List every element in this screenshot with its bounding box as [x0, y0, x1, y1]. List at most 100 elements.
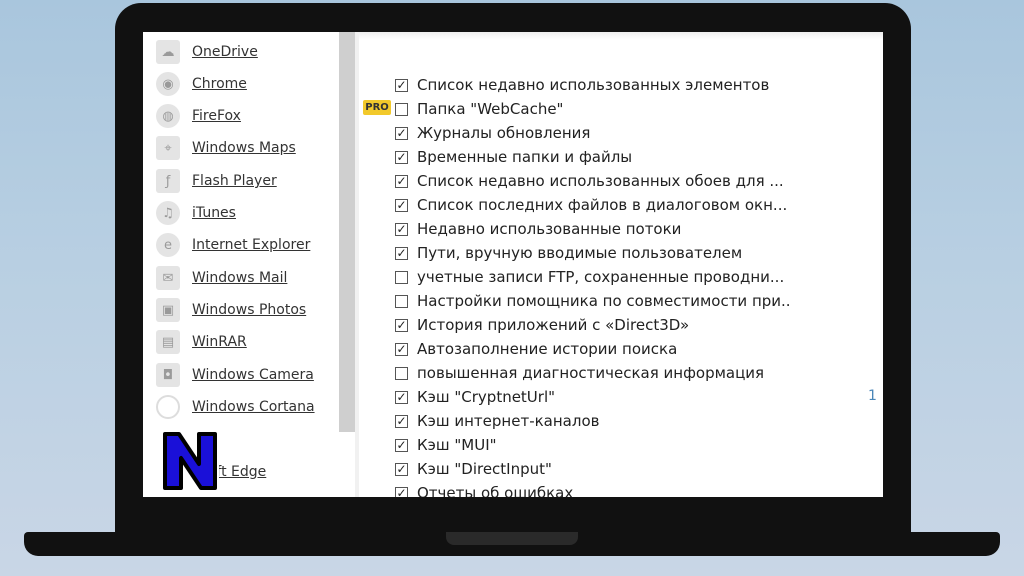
top-edge: [359, 32, 883, 40]
checkbox[interactable]: ✓: [395, 150, 408, 164]
checklist-item[interactable]: учетные записи FTP, сохраненные проводни…: [395, 266, 784, 288]
checklist-item[interactable]: ✓ Кэш "DirectInput": [395, 458, 552, 480]
mail-icon: ✉: [156, 266, 180, 290]
sidebar-item-windows-photos[interactable]: ▣ Windows Photos: [156, 296, 306, 324]
checklist-item[interactable]: ✓ Отчеты об ошибках: [395, 482, 573, 497]
sidebar-item-itunes[interactable]: ♫ iTunes: [156, 199, 236, 227]
laptop-notch: [446, 532, 578, 545]
checklist-item-label: Настройки помощника по совместимости при…: [417, 292, 791, 310]
sidebar-scrollbar[interactable]: [339, 32, 355, 432]
cloud-icon: ☁: [156, 40, 180, 64]
checkbox[interactable]: ✓: [395, 78, 408, 92]
checklist-item[interactable]: ✓ Временные папки и файлы: [395, 146, 632, 168]
checkbox[interactable]: ✓: [395, 126, 408, 140]
checkbox[interactable]: [395, 270, 408, 284]
sidebar-item-winrar[interactable]: ▤ WinRAR: [156, 328, 247, 356]
sidebar-item-label: FireFox: [192, 108, 241, 124]
flash-icon: ƒ: [156, 169, 180, 193]
checklist-item[interactable]: ✓ История приложений с «Direct3D»: [395, 314, 689, 336]
checklist-item[interactable]: ✓ Список недавно использованных элементо…: [395, 74, 769, 96]
checkbox[interactable]: ✓: [395, 246, 408, 260]
sidebar-item-flash-player[interactable]: ƒ Flash Player: [156, 167, 277, 195]
checklist-item[interactable]: ✓ Кэш "CryptnetUrl": [395, 386, 555, 408]
checklist-item[interactable]: ✓ Список недавно использованных обоев дл…: [395, 170, 784, 192]
checklist-item-label: Временные папки и файлы: [417, 148, 633, 166]
sidebar-item-label: Windows Mail: [192, 270, 288, 286]
checklist-item-label: Автозаполнение истории поиска: [417, 340, 678, 358]
checklist-item[interactable]: Настройки помощника по совместимости при…: [395, 290, 791, 312]
sidebar-item-firefox[interactable]: ◍ FireFox: [156, 102, 241, 130]
checkmark-icon: ✓: [396, 150, 407, 164]
checkbox[interactable]: [395, 102, 408, 116]
sidebar-item-label: Flash Player: [192, 173, 277, 189]
checklist-item[interactable]: ✓ Кэш интернет-каналов: [395, 410, 599, 432]
checklist-item[interactable]: ✓ Кэш "MUI": [395, 434, 497, 456]
checklist-item-label: Журналы обновления: [417, 124, 591, 142]
sidebar-item-label: WinRAR: [192, 334, 247, 350]
sidebar-item-label: Chrome: [192, 76, 247, 92]
firefox-icon: ◍: [156, 104, 180, 128]
checkmark-icon: ✓: [396, 414, 407, 428]
checkbox[interactable]: ✓: [395, 342, 408, 356]
checkbox[interactable]: ✓: [395, 438, 408, 452]
sidebar-item-label: iTunes: [192, 205, 236, 221]
checklist-item-label: повышенная диагностическая информация: [417, 364, 765, 382]
checklist-item-label: Кэш "MUI": [417, 436, 497, 454]
checkbox[interactable]: ✓: [395, 390, 408, 404]
checkmark-icon: ✓: [396, 318, 407, 332]
checklist-item-label: Список последних файлов в диалоговом окн…: [417, 196, 788, 214]
sidebar-item-windows-camera[interactable]: ◘ Windows Camera: [156, 361, 314, 389]
sidebar-item-windows-maps[interactable]: ⌖ Windows Maps: [156, 134, 296, 162]
checklist-item[interactable]: ✓ Недавно использованные потоки: [395, 218, 681, 240]
checklist-item-label: Кэш "CryptnetUrl": [417, 388, 556, 406]
checkmark-icon: ✓: [396, 126, 407, 140]
checklist-item-label: Список недавно использованных обоев для …: [417, 172, 784, 190]
checklist-item-label: История приложений с «Direct3D»: [417, 316, 690, 334]
checkmark-icon: ✓: [396, 462, 407, 476]
archive-icon: ▤: [156, 330, 180, 354]
checkbox[interactable]: ✓: [395, 486, 408, 497]
checklist-item[interactable]: Папка "WebCache": [395, 98, 563, 120]
laptop-screen: ☁ OneDrive ◉ Chrome ◍ FireFox ⌖ Windows …: [143, 32, 883, 497]
sidebar-item-internet-explorer[interactable]: e Internet Explorer: [156, 231, 310, 259]
sidebar-item-onedrive[interactable]: ☁ OneDrive: [156, 38, 258, 66]
checkmark-icon: ✓: [396, 342, 407, 356]
chrome-icon: ◉: [156, 72, 180, 96]
checkmark-icon: ✓: [396, 222, 407, 236]
checklist-item-label: Кэш "DirectInput": [417, 460, 552, 478]
checkbox[interactable]: [395, 294, 408, 308]
sidebar-item-chrome[interactable]: ◉ Chrome: [156, 70, 247, 98]
checkbox[interactable]: ✓: [395, 198, 408, 212]
item-count: 1: [868, 388, 877, 404]
checkmark-icon: ✓: [396, 78, 407, 92]
sidebar-item-windows-cortana[interactable]: Windows Cortana: [156, 393, 315, 421]
checkbox[interactable]: ✓: [395, 462, 408, 476]
sidebar-item-label: Internet Explorer: [192, 237, 311, 253]
checkbox[interactable]: ✓: [395, 414, 408, 428]
checklist-item-label: Список недавно использованных элементов: [417, 76, 770, 94]
checkmark-icon: ✓: [396, 246, 407, 260]
sidebar-item-windows-mail[interactable]: ✉ Windows Mail: [156, 264, 287, 292]
ie-icon: e: [156, 233, 180, 257]
checkbox[interactable]: [395, 366, 408, 380]
checkbox[interactable]: ✓: [395, 174, 408, 188]
checklist-item-label: Кэш интернет-каналов: [417, 412, 600, 430]
music-icon: ♫: [156, 201, 180, 225]
checkbox[interactable]: ✓: [395, 222, 408, 236]
checklist-item-label: Пути, вручную вводимые пользователем: [417, 244, 743, 262]
checkmark-icon: ✓: [396, 198, 407, 212]
checklist-item[interactable]: повышенная диагностическая информация: [395, 362, 764, 384]
sidebar-item-label: Windows Camera: [192, 367, 314, 383]
checklist-item[interactable]: ✓ Автозаполнение истории поиска: [395, 338, 677, 360]
n-logo-icon: [161, 430, 219, 492]
checklist-item[interactable]: ✓ Пути, вручную вводимые пользователем: [395, 242, 742, 264]
photos-icon: ▣: [156, 298, 180, 322]
sidebar-item-label: OneDrive: [192, 44, 258, 60]
cortana-icon: [156, 395, 180, 419]
checklist-item[interactable]: ✓ Список последних файлов в диалоговом о…: [395, 194, 787, 216]
sidebar: ☁ OneDrive ◉ Chrome ◍ FireFox ⌖ Windows …: [143, 32, 341, 497]
checklist-item[interactable]: ✓ Журналы обновления: [395, 122, 590, 144]
checkbox[interactable]: ✓: [395, 318, 408, 332]
checklist-item-label: учетные записи FTP, сохраненные проводни…: [417, 268, 785, 286]
checkmark-icon: ✓: [396, 438, 407, 452]
